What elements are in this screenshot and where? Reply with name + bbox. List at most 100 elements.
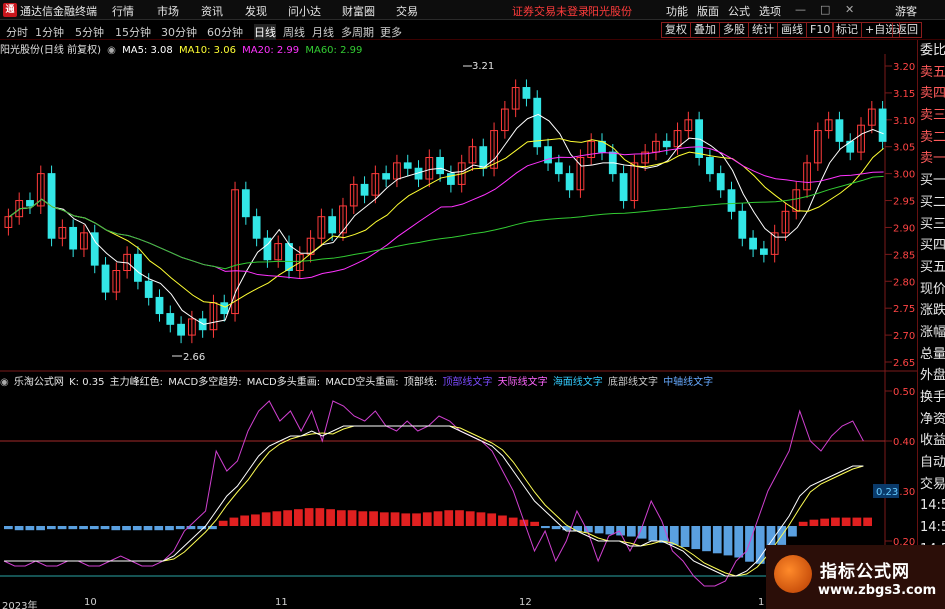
quote-sidebar: 委比 卖五 卖四 卖三 卖二 卖一 买一 买二 买三 买四 买五 现价 涨跌 涨幅 总量 外盘 换手 净资 收益 自动…: [917, 40, 945, 609]
menu-ask[interactable]: 问小达: [288, 3, 321, 19]
candle-body: [166, 313, 175, 325]
minimize-icon[interactable]: —: [795, 3, 806, 16]
sidebar-item[interactable]: 卖二: [918, 127, 945, 149]
x-label: 12: [519, 597, 532, 608]
ma20-value: MA20: 2.99: [242, 45, 300, 56]
x-label: 11: [275, 597, 288, 608]
guest-label[interactable]: 游客: [895, 3, 917, 19]
histogram-bar: [143, 526, 153, 531]
sidebar-item[interactable]: 交易: [918, 474, 945, 496]
period-intraday[interactable]: 分时: [6, 24, 28, 40]
menu-layout[interactable]: 版面: [697, 3, 719, 19]
histogram-bar: [712, 526, 722, 554]
candle-body: [706, 156, 714, 175]
menu-formula[interactable]: 公式: [728, 3, 750, 19]
period-60min[interactable]: 60分钟: [207, 24, 243, 40]
sidebar-item[interactable]: 换手: [918, 387, 945, 409]
menu-quotes[interactable]: 行情: [112, 3, 134, 19]
menu-options[interactable]: 选项: [759, 3, 781, 19]
sidebar-item[interactable]: 涨跌: [918, 300, 945, 322]
period-5min[interactable]: 5分钟: [75, 24, 104, 40]
period-weekly[interactable]: 周线: [283, 24, 305, 40]
period-30min[interactable]: 30分钟: [161, 24, 197, 40]
draw-button[interactable]: 画线: [777, 22, 807, 38]
sidebar-item[interactable]: 买四: [918, 235, 945, 257]
period-1min[interactable]: 1分钟: [35, 24, 64, 40]
login-warning[interactable]: 证券交易未登录: [512, 3, 589, 19]
histogram-bar: [465, 511, 475, 526]
sidebar-item[interactable]: 卖五: [918, 62, 945, 84]
candle-body: [436, 156, 444, 175]
period-15min[interactable]: 15分钟: [115, 24, 151, 40]
stock-name: 阳光股份: [588, 5, 632, 18]
candle-body: [403, 162, 412, 169]
sidebar-item[interactable]: 14:56: [918, 495, 945, 517]
menu-discover[interactable]: 发现: [245, 3, 267, 19]
candle-body: [738, 210, 747, 239]
histogram-bar: [809, 519, 819, 526]
indicator-k: K: 0.35: [69, 377, 105, 388]
sidebar-item[interactable]: 买三: [918, 214, 945, 236]
indicator-item: MACD多空趋势:: [168, 377, 242, 388]
candle-body: [716, 173, 725, 191]
histogram-bar: [122, 526, 131, 531]
back-button[interactable]: 返回: [892, 22, 922, 38]
mark-button[interactable]: 标记: [832, 22, 862, 38]
sidebar-item[interactable]: 涨幅: [918, 322, 945, 344]
menu-wealth[interactable]: 财富圈: [342, 3, 375, 19]
histogram-bar: [68, 526, 78, 530]
app-logo: 通: [3, 3, 17, 17]
histogram-bar: [820, 518, 830, 526]
sidebar-item[interactable]: 现价: [918, 279, 945, 301]
ma-settings-icon[interactable]: ◉: [107, 45, 116, 56]
candle-body: [759, 248, 768, 255]
sidebar-item[interactable]: 委比: [918, 40, 945, 62]
maximize-icon[interactable]: □: [820, 3, 830, 16]
indicator-settings-icon[interactable]: ◉: [0, 377, 9, 388]
sidebar-item[interactable]: 买一: [918, 170, 945, 192]
sidebar-item[interactable]: 卖四: [918, 83, 945, 105]
f10-button[interactable]: F10: [806, 22, 835, 38]
candle-body: [846, 140, 855, 153]
chart-area[interactable]: 3.20 3.15 3.10 3.05 3.00 2.95 2.90 2.85 2.80 2.75…: [0, 40, 917, 597]
menu-news[interactable]: 资讯: [201, 3, 223, 19]
histogram-bar: [165, 526, 174, 531]
histogram-bar: [46, 526, 56, 530]
ma60-value: MA60: 2.99: [305, 45, 363, 56]
sidebar-item[interactable]: 净资: [918, 409, 945, 431]
histogram-bar: [551, 526, 561, 530]
period-daily[interactable]: 日线: [254, 24, 276, 40]
sidebar-item[interactable]: 14:56: [918, 517, 945, 539]
histogram-bar: [798, 521, 808, 526]
overlay-button[interactable]: 叠加: [690, 22, 720, 38]
multi-stock-button[interactable]: 多股: [719, 22, 749, 38]
histogram-bar: [294, 509, 303, 526]
sidebar-item[interactable]: 自动: [918, 452, 945, 474]
candle-body: [252, 216, 261, 239]
candle-body: [328, 216, 337, 234]
adjust-button[interactable]: 复权: [661, 22, 691, 38]
sidebar-item[interactable]: 买二: [918, 192, 945, 214]
period-monthly[interactable]: 月线: [312, 24, 334, 40]
menu-trade[interactable]: 交易: [396, 3, 418, 19]
sidebar-item[interactable]: 收益: [918, 430, 945, 452]
histogram-bar: [605, 526, 615, 535]
period-more[interactable]: 更多: [380, 24, 402, 40]
period-multi[interactable]: 多周期: [341, 24, 374, 40]
sidebar-item[interactable]: 买五: [918, 257, 945, 279]
sidebar-item[interactable]: 卖三: [918, 105, 945, 127]
sidebar-item[interactable]: 总量: [918, 344, 945, 366]
histogram-bar: [691, 526, 701, 550]
sidebar-item[interactable]: 卖一: [918, 148, 945, 170]
sidebar-item[interactable]: 外盘: [918, 365, 945, 387]
price-axis-label: 2.85: [893, 250, 915, 261]
histogram-bar: [444, 510, 454, 526]
menu-market[interactable]: 市场: [157, 3, 179, 19]
indicator-item: 海面线文字: [552, 377, 603, 388]
histogram-bar: [852, 517, 862, 526]
histogram-bar: [315, 508, 325, 526]
menu-function[interactable]: 功能: [666, 3, 688, 19]
stats-button[interactable]: 统计: [748, 22, 778, 38]
histogram-bar: [358, 511, 368, 526]
close-icon[interactable]: ✕: [845, 3, 854, 16]
